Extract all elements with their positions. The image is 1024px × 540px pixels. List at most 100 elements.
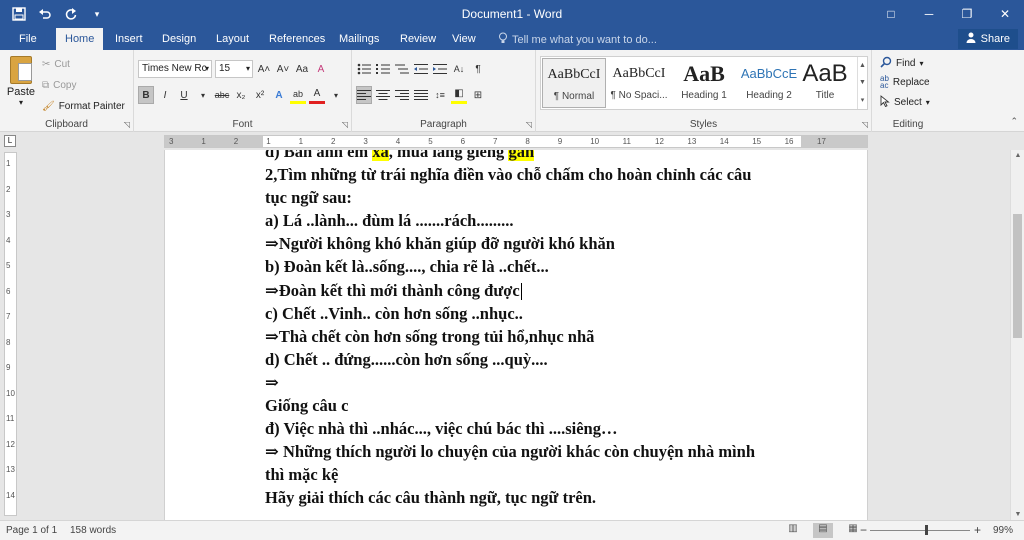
style-heading-2[interactable]: AaBbCcE Heading 2 — [737, 58, 801, 108]
clipboard-dialog-launcher-icon[interactable]: ◹ — [124, 120, 130, 129]
vertical-scrollbar[interactable]: ▲ ▼ — [1010, 150, 1024, 520]
tab-home[interactable]: Home — [56, 28, 104, 50]
font-size-box[interactable]: 15 ▾ — [215, 60, 253, 78]
tab-mailings[interactable]: Mailings — [330, 28, 388, 50]
zoom-level[interactable]: 99% — [993, 525, 1013, 536]
sort-icon[interactable]: A↓ — [451, 60, 467, 78]
chevron-up-icon[interactable]: ▲ — [859, 62, 866, 69]
close-icon[interactable]: ✕ — [986, 0, 1024, 28]
shrink-font-button[interactable]: A˅ — [275, 60, 291, 78]
subscript-button[interactable]: x₂ — [233, 86, 249, 104]
document-line[interactable]: a) Lá ..lành... đùm lá .......rách......… — [265, 209, 825, 232]
document-line[interactable]: 2,Tìm những từ trái nghĩa điền vào chỗ c… — [265, 163, 825, 186]
document-line[interactable]: ⇒Đoàn kết thì mới thành công được — [265, 279, 825, 302]
document-line[interactable]: ⇒Người không khó khăn giúp đỡ người khó … — [265, 232, 825, 255]
text-effects-button[interactable]: A — [271, 86, 287, 104]
document-line[interactable]: tục ngữ sau: — [265, 186, 825, 209]
page-count[interactable]: Page 1 of 1 — [6, 525, 57, 536]
horizontal-ruler[interactable]: 3 1 2 1 1 2 3 4 5 6 7 8 9 10 11 12 13 14 15 16 17 — [164, 135, 868, 148]
document-line[interactable]: ⇒ — [265, 371, 825, 394]
document-line[interactable]: b) Đoàn kết là..sống...., chia rẽ là ..c… — [265, 255, 825, 278]
document-line[interactable]: c) Chết ..Vinh.. còn hơn sống ..nhục.. — [265, 302, 825, 325]
scrollbar-thumb[interactable] — [1013, 214, 1022, 338]
style-title[interactable]: AaB Title — [793, 58, 857, 108]
bold-button[interactable]: B — [138, 86, 154, 104]
multilevel-list-icon[interactable] — [394, 60, 410, 78]
format-painter-button[interactable]: 🖌 Format Painter — [42, 98, 125, 114]
document-line[interactable]: đ) Việc nhà thì ..nhác..., việc chú bác … — [265, 417, 825, 440]
tab-references[interactable]: References — [260, 28, 334, 50]
underline-button[interactable]: U — [176, 86, 192, 104]
grow-font-button[interactable]: A˄ — [256, 60, 272, 78]
document-line[interactable]: d) Bán anh em xa, mua láng giềng gần — [265, 150, 825, 163]
word-count[interactable]: 158 words — [70, 525, 116, 536]
paste-dropdown-icon[interactable]: ▾ — [6, 98, 36, 107]
tab-selector-icon[interactable]: L — [4, 135, 16, 147]
tell-me-box[interactable]: Tell me what you want to do... — [498, 32, 657, 47]
paragraph-dialog-launcher-icon[interactable]: ◹ — [526, 120, 532, 129]
document-line[interactable]: thì mặc kệ — [265, 463, 825, 486]
tab-insert[interactable]: Insert — [106, 28, 152, 50]
collapse-ribbon-icon[interactable]: ⌃ — [1010, 116, 1018, 127]
clear-formatting-button[interactable]: A — [313, 60, 329, 78]
align-right-icon[interactable] — [394, 86, 410, 104]
document-body[interactable]: d) Bán anh em xa, mua láng giềng gần 2,T… — [265, 150, 825, 510]
find-button[interactable]: Find ▾ — [880, 56, 923, 71]
ribbon-display-options-icon[interactable]: □ — [872, 0, 910, 28]
underline-dropdown-icon[interactable]: ▾ — [195, 86, 211, 104]
font-color-dropdown-icon[interactable]: ▾ — [328, 86, 344, 104]
print-layout-icon[interactable]: ▤ — [813, 523, 833, 538]
change-case-button[interactable]: Aa — [294, 60, 310, 78]
strikethrough-button[interactable]: abc — [214, 86, 230, 104]
document-line[interactable]: Giống câu c — [265, 394, 825, 417]
align-center-icon[interactable] — [375, 86, 391, 104]
line-spacing-icon[interactable]: ↕≡ — [432, 86, 448, 104]
zoom-slider[interactable] — [870, 530, 970, 531]
share-button[interactable]: Share — [957, 29, 1018, 49]
superscript-button[interactable]: x² — [252, 86, 268, 104]
vertical-ruler[interactable]: 1 2 3 4 5 6 7 8 9 10 11 12 13 14 — [4, 152, 17, 516]
zoom-in-button[interactable]: + — [974, 523, 981, 537]
document-line[interactable]: d) Chết .. đứng......còn hơn sống ...quỳ… — [265, 348, 825, 371]
minimize-icon[interactable]: ─ — [910, 0, 948, 28]
tab-layout[interactable]: Layout — [207, 28, 258, 50]
font-dialog-launcher-icon[interactable]: ◹ — [342, 120, 348, 129]
numbering-icon[interactable] — [375, 60, 391, 78]
style-normal[interactable]: AaBbCcI ¶ Normal — [542, 58, 606, 108]
scroll-up-icon[interactable]: ▲ — [1011, 152, 1024, 159]
show-marks-icon[interactable]: ¶ — [470, 60, 486, 78]
borders-icon[interactable]: ⊞ — [470, 86, 486, 104]
font-name-box[interactable]: Times New Rc ▾ — [138, 60, 212, 78]
zoom-out-button[interactable]: − — [860, 523, 867, 537]
paste-button[interactable]: Paste ▾ — [6, 56, 36, 107]
increase-indent-icon[interactable] — [432, 60, 448, 78]
more-styles-icon[interactable]: ▾ — [861, 96, 865, 104]
scroll-down-icon[interactable]: ▼ — [1011, 511, 1024, 518]
document-line[interactable]: ⇒Thà chết còn hơn sống trong tủi hổ,nhục… — [265, 325, 825, 348]
highlight-button[interactable]: ab — [290, 86, 306, 104]
justify-icon[interactable] — [413, 86, 429, 104]
document-line[interactable]: ⇒ Những thích người lo chuyện của người … — [265, 440, 825, 463]
style-no-spacing[interactable]: AaBbCcI ¶ No Spaci... — [607, 58, 671, 108]
replace-button[interactable]: ab ac Replace — [880, 75, 930, 90]
font-color-button[interactable]: A — [309, 86, 325, 104]
copy-button[interactable]: ⧉ Copy — [42, 77, 125, 93]
document-line[interactable]: Hãy giải thích các câu thành ngữ, tục ng… — [265, 486, 825, 509]
decrease-indent-icon[interactable] — [413, 60, 429, 78]
tab-design[interactable]: Design — [153, 28, 205, 50]
select-button[interactable]: Select ▾ — [880, 95, 930, 110]
bullets-icon[interactable] — [356, 60, 372, 78]
zoom-slider-knob[interactable] — [925, 525, 928, 535]
document-page[interactable]: d) Bán anh em xa, mua láng giềng gần 2,T… — [164, 150, 868, 520]
align-left-icon[interactable] — [356, 86, 372, 104]
italic-button[interactable]: I — [157, 86, 173, 104]
tab-review[interactable]: Review — [391, 28, 445, 50]
chevron-down-icon[interactable]: ▼ — [859, 79, 866, 86]
styles-dialog-launcher-icon[interactable]: ◹ — [862, 120, 868, 129]
style-heading-1[interactable]: AaB Heading 1 — [672, 58, 736, 108]
tab-file[interactable]: File — [10, 28, 46, 50]
read-mode-icon[interactable]: ▥ — [783, 523, 803, 538]
cut-button[interactable]: ✂ Cut — [42, 56, 125, 72]
shading-icon[interactable]: ◧ — [451, 86, 467, 104]
tab-view[interactable]: View — [443, 28, 485, 50]
